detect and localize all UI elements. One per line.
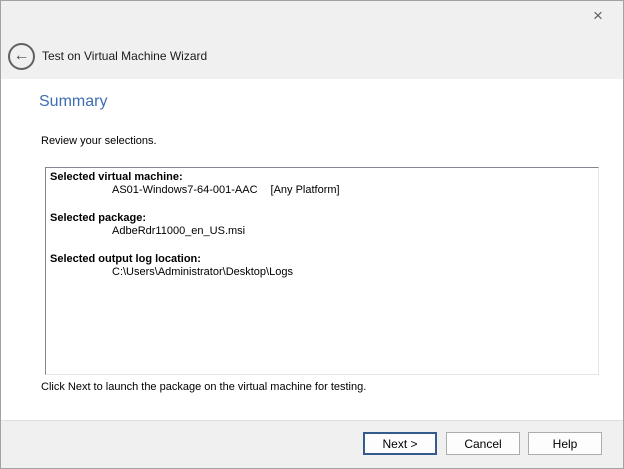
page-title: Summary	[39, 93, 107, 111]
summary-label: Selected package:	[50, 212, 594, 225]
summary-label: Selected output log location:	[50, 253, 594, 266]
help-button[interactable]: Help	[528, 432, 602, 455]
log-location-path: C:\Users\Administrator\Desktop\Logs	[50, 266, 594, 279]
wizard-header: × ← Test on Virtual Machine Wizard	[1, 1, 623, 79]
footer-bar: Next > Cancel Help	[1, 420, 623, 468]
wizard-dialog: × ← Test on Virtual Machine Wizard Summa…	[0, 0, 624, 469]
close-button[interactable]: ×	[587, 5, 609, 27]
back-arrow-icon: ←	[14, 48, 30, 64]
summary-value: AS01-Windows7-64-001-AAC [Any Platform]	[50, 184, 594, 197]
vm-platform: [Any Platform]	[271, 184, 340, 196]
summary-label: Selected virtual machine:	[50, 171, 594, 184]
summary-group-log-location: Selected output log location: C:\Users\A…	[50, 253, 594, 279]
instruction-text: Review your selections.	[41, 135, 157, 147]
next-hint-text: Click Next to launch the package on the …	[41, 381, 366, 393]
next-button[interactable]: Next >	[363, 432, 437, 455]
close-icon: ×	[593, 6, 603, 26]
back-button[interactable]: ←	[8, 43, 35, 70]
summary-box: Selected virtual machine: AS01-Windows7-…	[45, 167, 599, 375]
summary-group-virtual-machine: Selected virtual machine: AS01-Windows7-…	[50, 171, 594, 197]
vm-name: AS01-Windows7-64-001-AAC	[112, 184, 258, 196]
package-name: AdbeRdr11000_en_US.msi	[50, 225, 594, 238]
window-title: Test on Virtual Machine Wizard	[42, 49, 207, 64]
cancel-button[interactable]: Cancel	[446, 432, 520, 455]
summary-group-package: Selected package: AdbeRdr11000_en_US.msi	[50, 212, 594, 238]
